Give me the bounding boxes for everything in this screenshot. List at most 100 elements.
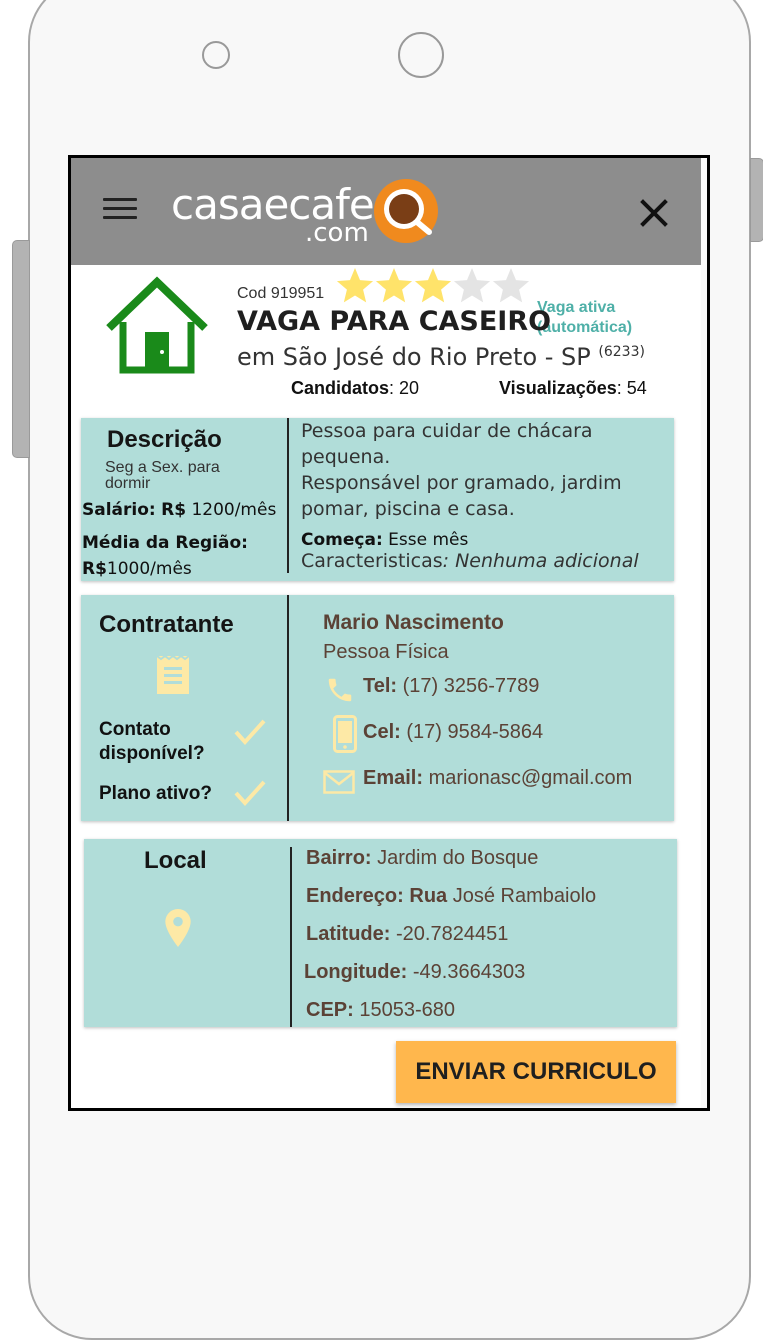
star-filled-icon	[414, 268, 452, 303]
contractor-type: Pessoa Física	[323, 641, 449, 663]
schedule-text: Seg a Sex. para dormir	[105, 458, 220, 494]
app-screen: casaecafe .com Cod 919951 Vaga ativa (au…	[68, 155, 710, 1111]
mobile-phone-icon	[333, 715, 357, 753]
house-icon	[106, 276, 208, 374]
tel-value: (17) 3256-7789	[402, 675, 540, 697]
contractor-card: Contratante Contato disponível? Plano at…	[81, 595, 674, 821]
cep-label: CEP:	[306, 999, 354, 1021]
description-heading: Descrição	[107, 426, 222, 453]
location-pin-icon	[165, 909, 191, 947]
volume-button	[12, 240, 30, 458]
region-label: Média da Região:	[82, 533, 248, 553]
earpiece-speaker	[398, 32, 444, 78]
cel-value: (17) 9584-5864	[406, 721, 544, 743]
listing-code-label: Cod	[237, 285, 267, 302]
views-value: : 54	[616, 378, 647, 398]
bairro: Bairro: Jardim do Bosque	[306, 848, 538, 868]
hamburger-menu-icon[interactable]	[103, 198, 137, 222]
star-empty-icon	[453, 268, 491, 303]
divider	[290, 847, 292, 1027]
features-value: : Nenhuma adicional	[442, 550, 639, 572]
salary-currency: R$	[161, 500, 187, 520]
plan-active-question: Plano ativo?	[99, 783, 212, 804]
endereco-label: Endereço:	[306, 885, 404, 907]
tel-label: Tel:	[363, 675, 398, 697]
starts-label: Começa:	[301, 530, 383, 550]
features-label: Caracteristicas	[301, 550, 443, 572]
contact-q-line-2: disponível?	[99, 743, 205, 764]
location-count: (6233)	[598, 344, 645, 360]
longitude-label: Longitude:	[304, 961, 408, 983]
local-card: Local Bairro: Jardim do Bosque Endereço:…	[84, 839, 677, 1027]
casaecafe-logo: casaecafe .com	[171, 179, 441, 250]
email-icon	[323, 770, 355, 794]
salary: Salário: R$ 1200/mês	[82, 500, 276, 520]
contact-available-question: Contato disponível?	[99, 718, 205, 766]
front-camera	[202, 41, 230, 69]
views-count: Visualizações: 54	[499, 378, 647, 399]
cel-label: Cel:	[363, 721, 401, 743]
vaga-status: Vaga ativa (automática)	[537, 298, 632, 338]
star-filled-icon	[375, 268, 413, 303]
starts-value: Esse mês	[388, 530, 469, 550]
divider	[287, 595, 289, 821]
contractor-cel[interactable]: Cel: (17) 9584-5864	[363, 722, 543, 742]
contractor-email[interactable]: Email: marionasc@gmail.com	[363, 768, 632, 788]
description-line-2: pequena.	[301, 446, 391, 468]
document-icon	[156, 655, 190, 694]
features: Caracteristicas: Nenhuma adicional	[301, 551, 639, 571]
email-value: marionasc@gmail.com	[428, 767, 633, 789]
location-text: em São José do Rio Preto - SP	[237, 343, 591, 371]
listing-code: Cod 919951	[237, 285, 324, 303]
latitude: Latitude: -20.7824451	[306, 924, 508, 944]
status-line-2: (automática)	[537, 319, 633, 336]
job-title: VAGA PARA CASEIRO	[237, 306, 552, 337]
views-label: Visualizações	[499, 378, 617, 398]
description-text: Pessoa para cuidar de chácara pequena. R…	[301, 418, 622, 522]
latitude-label: Latitude:	[306, 923, 391, 945]
cep-value: 15053-680	[359, 999, 456, 1021]
divider	[287, 418, 289, 573]
bairro-label: Bairro:	[306, 847, 372, 869]
latitude-value: -20.7824451	[396, 923, 509, 945]
star-filled-icon	[336, 268, 374, 303]
rating-stars	[336, 268, 530, 303]
app-bar: casaecafe .com	[71, 158, 701, 265]
contact-q-line-1: Contato	[99, 719, 171, 740]
description-line-3: Responsável por gramado, jardim	[301, 472, 622, 494]
send-resume-button[interactable]: ENVIAR CURRICULO	[396, 1041, 676, 1103]
longitude: Longitude: -49.3664303	[304, 962, 525, 982]
longitude-value: -49.3664303	[412, 961, 526, 983]
local-heading: Local	[144, 847, 207, 874]
email-label: Email:	[363, 767, 424, 789]
listing-code-value: 919951	[270, 285, 325, 302]
region-currency: R$	[82, 559, 107, 579]
endereco-value: José Rambaiolo	[452, 885, 597, 907]
logo-domain: .com	[305, 218, 369, 248]
check-icon	[234, 719, 266, 745]
bairro-value: Jardim do Bosque	[377, 847, 539, 869]
cep: CEP: 15053-680	[306, 1000, 455, 1020]
scroll-track	[701, 158, 707, 1108]
status-line-1: Vaga ativa	[537, 299, 616, 316]
region-average: Média da Região: R$1000/mês	[82, 530, 248, 582]
contractor-name: Mario Nascimento	[323, 611, 504, 634]
salary-value: 1200/mês	[191, 500, 277, 520]
phone-icon	[328, 678, 352, 702]
job-location: em São José do Rio Preto - SP (6233)	[237, 343, 645, 371]
region-value: 1000/mês	[106, 559, 192, 579]
contractor-heading: Contratante	[99, 611, 234, 638]
description-card: Descrição Seg a Sex. para dormir Salário…	[81, 418, 674, 581]
description-line-1: Pessoa para cuidar de chácara	[301, 420, 593, 442]
candidates-value: : 20	[389, 378, 420, 398]
star-empty-icon	[492, 268, 530, 303]
endereco-street-type: Rua	[409, 885, 448, 907]
contractor-tel[interactable]: Tel: (17) 3256-7789	[363, 676, 539, 696]
candidates-count: Candidatos: 20	[291, 378, 419, 399]
description-line-4: pomar, piscina e casa.	[301, 498, 515, 520]
close-icon[interactable]	[637, 196, 671, 230]
check-icon	[234, 780, 266, 806]
starts: Começa: Esse mês	[301, 530, 468, 550]
candidates-label: Candidatos	[291, 378, 390, 398]
coffee-cup-logo-icon	[374, 179, 438, 243]
